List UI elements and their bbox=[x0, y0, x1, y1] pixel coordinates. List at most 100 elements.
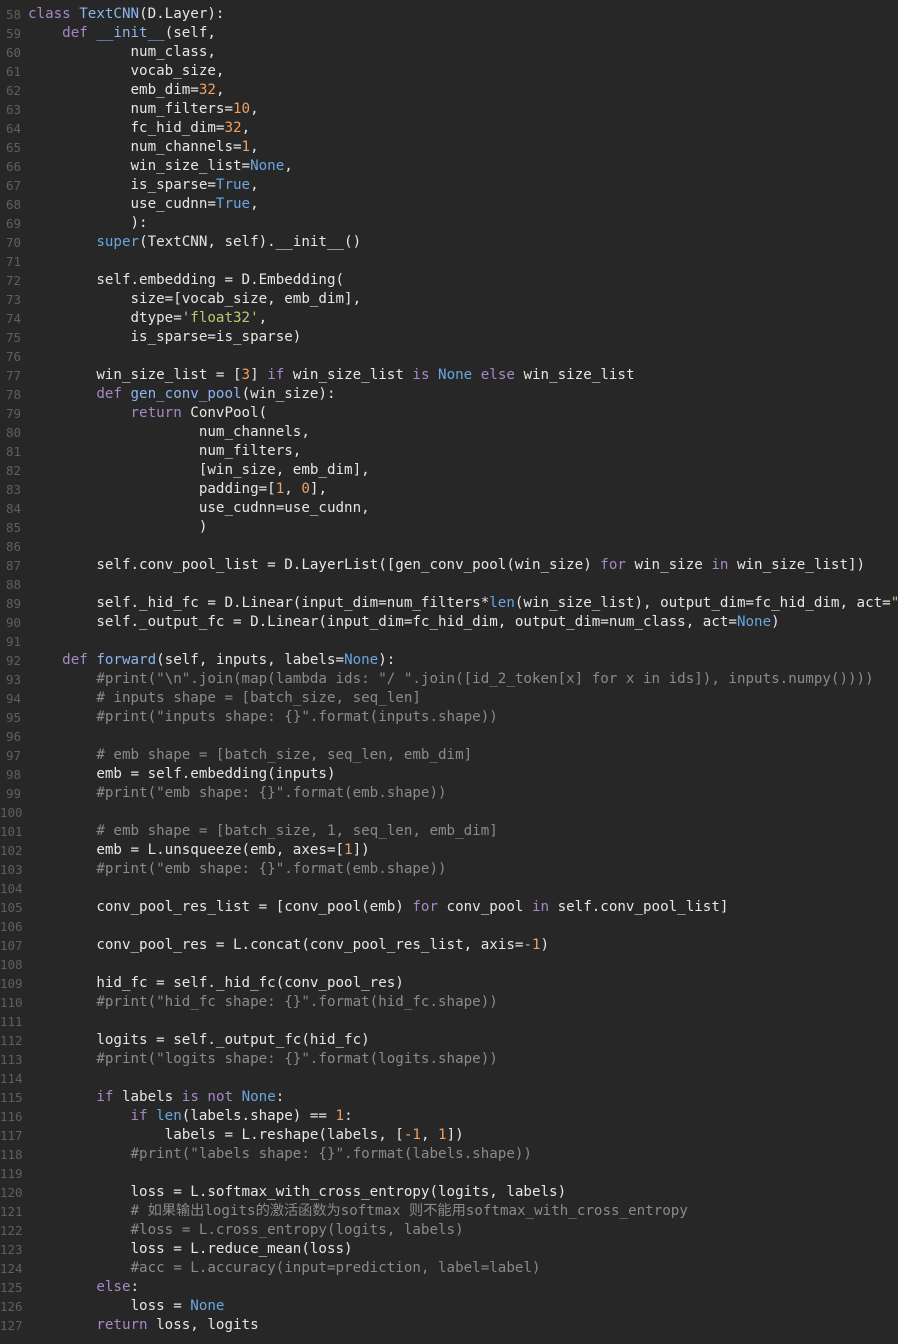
code-line[interactable]: 101 # emb shape = [batch_size, 1, seq_le… bbox=[0, 822, 898, 841]
code-line[interactable]: 72 self.embedding = D.Embedding( bbox=[0, 271, 898, 290]
code-text[interactable]: logits = self._output_fc(hid_fc) bbox=[28, 1031, 369, 1050]
code-text[interactable]: padding=[1, 0], bbox=[28, 480, 327, 499]
code-line[interactable]: 64 fc_hid_dim=32, bbox=[0, 119, 898, 138]
code-line[interactable]: 82 [win_size, emb_dim], bbox=[0, 461, 898, 480]
code-line[interactable]: 100 bbox=[0, 803, 898, 822]
code-line[interactable]: 77 win_size_list = [3] if win_size_list … bbox=[0, 366, 898, 385]
code-text[interactable]: num_class, bbox=[28, 43, 215, 62]
code-line[interactable]: 95 #print("inputs shape: {}".format(inpu… bbox=[0, 708, 898, 727]
code-text[interactable]: def __init__(self, bbox=[28, 24, 216, 43]
code-line[interactable]: 105 conv_pool_res_list = [conv_pool(emb)… bbox=[0, 898, 898, 917]
code-line[interactable]: 62 emb_dim=32, bbox=[0, 81, 898, 100]
code-line[interactable]: 121 # 如果输出logits的激活函数为softmax 则不能用softma… bbox=[0, 1202, 898, 1221]
code-text[interactable]: #print("\n".join(map(lambda ids: "/ ".jo… bbox=[28, 670, 873, 689]
code-text[interactable]: use_cudnn=True, bbox=[28, 195, 258, 214]
code-area[interactable]: 58 class TextCNN(D.Layer): 59 def __init__… bbox=[0, 5, 898, 1335]
code-text[interactable]: # 如果输出logits的激活函数为softmax 则不能用softmax_wi… bbox=[28, 1202, 688, 1221]
code-line[interactable]: 118 #print("labels shape: {}".format(lab… bbox=[0, 1145, 898, 1164]
code-text[interactable]: is_sparse=True, bbox=[28, 176, 258, 195]
code-line[interactable]: 94 # inputs shape = [batch_size, seq_len… bbox=[0, 689, 898, 708]
code-line[interactable]: 86 bbox=[0, 537, 898, 556]
code-text[interactable]: # emb shape = [batch_size, 1, seq_len, e… bbox=[28, 822, 497, 841]
code-text[interactable]: class TextCNN(D.Layer): bbox=[28, 5, 224, 24]
code-text[interactable]: num_channels=1, bbox=[28, 138, 258, 157]
code-text[interactable]: loss = None bbox=[28, 1297, 224, 1316]
code-text[interactable]: dtype='float32', bbox=[28, 309, 267, 328]
code-text[interactable]: fc_hid_dim=32, bbox=[28, 119, 250, 138]
code-line[interactable]: 102 emb = L.unsqueeze(emb, axes=[1]) bbox=[0, 841, 898, 860]
code-line[interactable]: 66 win_size_list=None, bbox=[0, 157, 898, 176]
code-text[interactable]: if labels is not None: bbox=[28, 1088, 284, 1107]
code-line[interactable]: 73 size=[vocab_size, emb_dim], bbox=[0, 290, 898, 309]
code-line[interactable]: 91 bbox=[0, 632, 898, 651]
code-line[interactable]: 67 is_sparse=True, bbox=[0, 176, 898, 195]
code-text[interactable]: [win_size, emb_dim], bbox=[28, 461, 370, 480]
code-text[interactable]: # emb shape = [batch_size, seq_len, emb_… bbox=[28, 746, 472, 765]
code-line[interactable]: 68 use_cudnn=True, bbox=[0, 195, 898, 214]
code-text[interactable]: win_size_list=None, bbox=[28, 157, 292, 176]
code-line[interactable]: 75 is_sparse=is_sparse) bbox=[0, 328, 898, 347]
code-line[interactable]: 71 bbox=[0, 252, 898, 271]
code-text[interactable]: loss = L.reduce_mean(loss) bbox=[28, 1240, 352, 1259]
code-line[interactable]: 81 num_filters, bbox=[0, 442, 898, 461]
code-line[interactable]: 103 #print("emb shape: {}".format(emb.sh… bbox=[0, 860, 898, 879]
code-line[interactable]: 116 if len(labels.shape) == 1: bbox=[0, 1107, 898, 1126]
code-text[interactable]: #print("logits shape: {}".format(logits.… bbox=[28, 1050, 497, 1069]
code-text[interactable]: size=[vocab_size, emb_dim], bbox=[28, 290, 361, 309]
code-text[interactable]: hid_fc = self._hid_fc(conv_pool_res) bbox=[28, 974, 404, 993]
code-line[interactable]: 111 bbox=[0, 1012, 898, 1031]
code-text[interactable]: #print("inputs shape: {}".format(inputs.… bbox=[28, 708, 497, 727]
code-text[interactable]: loss = L.softmax_with_cross_entropy(logi… bbox=[28, 1183, 566, 1202]
code-text[interactable]: self._hid_fc = D.Linear(input_dim=num_fi… bbox=[28, 594, 898, 613]
code-text[interactable]: #loss = L.cross_entropy(logits, labels) bbox=[28, 1221, 464, 1240]
code-line[interactable]: 96 bbox=[0, 727, 898, 746]
code-text[interactable]: num_channels, bbox=[28, 423, 310, 442]
code-line[interactable]: 90 self._output_fc = D.Linear(input_dim=… bbox=[0, 613, 898, 632]
code-line[interactable]: 104 bbox=[0, 879, 898, 898]
code-text[interactable]: return ConvPool( bbox=[28, 404, 268, 423]
code-line[interactable]: 63 num_filters=10, bbox=[0, 100, 898, 119]
code-line[interactable]: 126 loss = None bbox=[0, 1297, 898, 1316]
code-line[interactable]: 79 return ConvPool( bbox=[0, 404, 898, 423]
code-line[interactable]: 65 num_channels=1, bbox=[0, 138, 898, 157]
code-line[interactable]: 85 ) bbox=[0, 518, 898, 537]
code-text[interactable]: #print("labels shape: {}".format(labels.… bbox=[28, 1145, 532, 1164]
code-text[interactable]: labels = L.reshape(labels, [-1, 1]) bbox=[28, 1126, 464, 1145]
code-line[interactable]: 93 #print("\n".join(map(lambda ids: "/ "… bbox=[0, 670, 898, 689]
code-text[interactable]: is_sparse=is_sparse) bbox=[28, 328, 301, 347]
code-line[interactable]: 106 bbox=[0, 917, 898, 936]
code-line[interactable]: 84 use_cudnn=use_cudnn, bbox=[0, 499, 898, 518]
code-line[interactable]: 114 bbox=[0, 1069, 898, 1088]
code-line[interactable]: 119 bbox=[0, 1164, 898, 1183]
code-text[interactable]: conv_pool_res = L.concat(conv_pool_res_l… bbox=[28, 936, 549, 955]
code-text[interactable]: #print("emb shape: {}".format(emb.shape)… bbox=[28, 784, 446, 803]
code-text[interactable]: self._output_fc = D.Linear(input_dim=fc_… bbox=[28, 613, 779, 632]
code-line[interactable]: 92 def forward(self, inputs, labels=None… bbox=[0, 651, 898, 670]
code-line[interactable]: 122 #loss = L.cross_entropy(logits, labe… bbox=[0, 1221, 898, 1240]
code-text[interactable]: return loss, logits bbox=[28, 1316, 258, 1335]
code-line[interactable]: 112 logits = self._output_fc(hid_fc) bbox=[0, 1031, 898, 1050]
code-text[interactable]: super(TextCNN, self).__init__() bbox=[28, 233, 361, 252]
code-text[interactable]: ) bbox=[28, 518, 208, 537]
code-line[interactable]: 107 conv_pool_res = L.concat(conv_pool_r… bbox=[0, 936, 898, 955]
code-text[interactable]: if len(labels.shape) == 1: bbox=[28, 1107, 353, 1126]
code-text[interactable]: def gen_conv_pool(win_size): bbox=[28, 385, 335, 404]
code-text[interactable]: win_size_list = [3] if win_size_list is … bbox=[28, 366, 634, 385]
code-line[interactable]: 88 bbox=[0, 575, 898, 594]
code-text[interactable]: #acc = L.accuracy(input=prediction, labe… bbox=[28, 1259, 541, 1278]
code-line[interactable]: 70 super(TextCNN, self).__init__() bbox=[0, 233, 898, 252]
code-text[interactable]: def forward(self, inputs, labels=None): bbox=[28, 651, 395, 670]
code-line[interactable]: 98 emb = self.embedding(inputs) bbox=[0, 765, 898, 784]
code-line[interactable]: 76 bbox=[0, 347, 898, 366]
code-line[interactable]: 115 if labels is not None: bbox=[0, 1088, 898, 1107]
code-line[interactable]: 69 ): bbox=[0, 214, 898, 233]
code-text[interactable]: num_filters, bbox=[28, 442, 302, 461]
code-line[interactable]: 83 padding=[1, 0], bbox=[0, 480, 898, 499]
code-line[interactable]: 127 return loss, logits bbox=[0, 1316, 898, 1335]
code-text[interactable]: conv_pool_res_list = [conv_pool(emb) for… bbox=[28, 898, 728, 917]
code-line[interactable]: 124 #acc = L.accuracy(input=prediction, … bbox=[0, 1259, 898, 1278]
code-text[interactable]: use_cudnn=use_cudnn, bbox=[28, 499, 370, 518]
code-line[interactable]: 60 num_class, bbox=[0, 43, 898, 62]
code-text[interactable]: vocab_size, bbox=[28, 62, 224, 81]
code-line[interactable]: 108 bbox=[0, 955, 898, 974]
